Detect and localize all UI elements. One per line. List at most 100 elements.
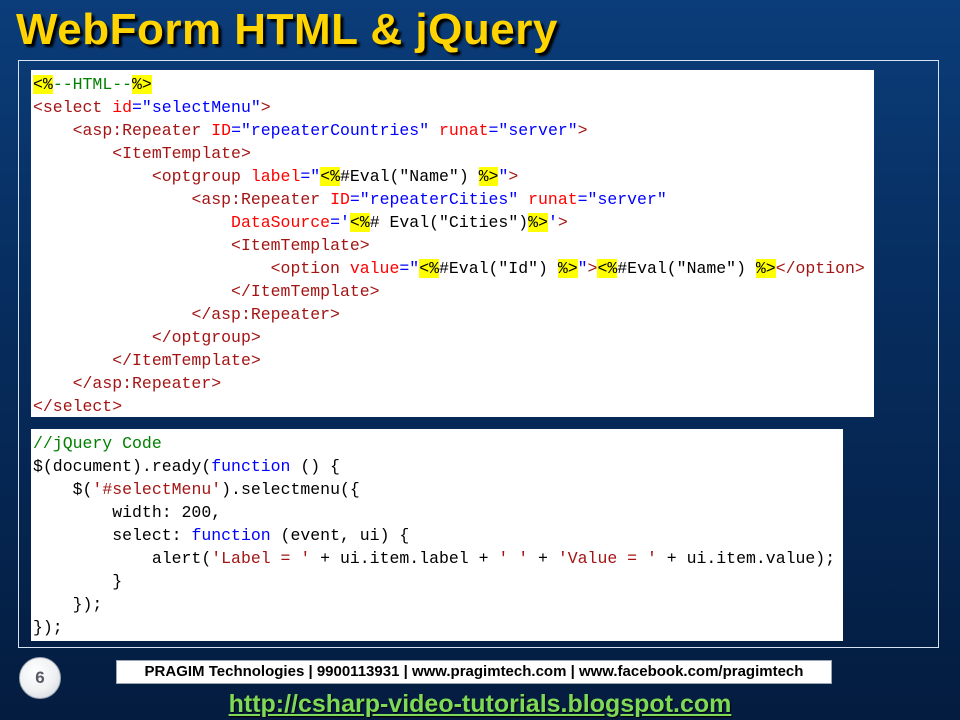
code-token: <% xyxy=(349,213,370,232)
code-token: #Eval("Id") xyxy=(439,259,558,278)
code-token: '#selectMenu' xyxy=(92,480,222,499)
jquery-code-block: //jQuery Code $(document).ready(function … xyxy=(31,429,843,641)
code-token: " xyxy=(577,259,588,278)
jquery-code-line: width: 200, xyxy=(33,501,843,524)
html-code-line: DataSource='<%# Eval("Cities")%>'> xyxy=(33,211,874,234)
code-token: runat xyxy=(518,190,578,209)
code-token: <ItemTemplate> xyxy=(231,236,370,255)
code-token: <ItemTemplate> xyxy=(112,144,251,163)
html-code-line: <%--HTML--%> xyxy=(33,73,874,96)
slide-title: WebForm HTML & jQuery xyxy=(16,5,558,54)
code-token: # Eval("Cities") xyxy=(369,213,529,232)
code-token: ).selectmenu({ xyxy=(221,480,360,499)
code-token: > xyxy=(577,121,588,140)
code-token: value xyxy=(339,259,400,278)
code-token: =" xyxy=(300,167,321,186)
code-token: id xyxy=(102,98,133,117)
code-token: > xyxy=(260,98,271,117)
html-code-line: <asp:Repeater ID="repeaterCities" runat=… xyxy=(33,188,874,211)
code-token: %> xyxy=(478,167,499,186)
code-token: %> xyxy=(557,259,578,278)
html-code-line: </optgroup> xyxy=(33,326,874,349)
code-token: " xyxy=(498,167,509,186)
code-token: #Eval("Name") xyxy=(617,259,756,278)
code-token: ID xyxy=(201,121,232,140)
html-code-line: </ItemTemplate> xyxy=(33,349,874,372)
code-token: ="server" xyxy=(488,121,578,140)
code-token: </asp:Repeater> xyxy=(72,374,222,393)
jquery-code-line: $('#selectMenu').selectmenu({ xyxy=(33,478,843,501)
code-token: DataSource xyxy=(231,213,331,232)
blog-link[interactable]: http://csharp-video-tutorials.blogspot.c… xyxy=(0,688,960,720)
code-token: ="server" xyxy=(577,190,667,209)
code-token: <% xyxy=(597,259,618,278)
code-token: 'Label = ' xyxy=(211,549,311,568)
jquery-code-line: select: function (event, ui) { xyxy=(33,524,843,547)
code-token: width: 200, xyxy=(33,503,222,522)
code-token: //jQuery Code xyxy=(33,434,162,453)
code-token: <asp:Repeater xyxy=(72,121,202,140)
code-token: <select xyxy=(33,98,103,117)
code-token: 'Value = ' xyxy=(557,549,657,568)
code-token: } xyxy=(33,572,123,591)
code-token: <% xyxy=(320,167,340,186)
code-token: ' ' xyxy=(498,549,529,568)
code-token: </optgroup> xyxy=(151,328,261,347)
code-token: $( xyxy=(33,480,93,499)
code-token: --HTML-- xyxy=(52,75,133,94)
code-token: }); xyxy=(33,618,63,637)
jquery-code-line: $(document).ready(function () { xyxy=(33,455,843,478)
code-token: }); xyxy=(33,595,103,614)
html-code-line: </asp:Repeater> xyxy=(33,303,874,326)
code-token: function xyxy=(211,457,291,476)
html-code-line: <ItemTemplate> xyxy=(33,142,874,165)
code-token: <optgroup xyxy=(151,167,241,186)
code-token: () { xyxy=(290,457,340,476)
code-token: =" xyxy=(399,259,420,278)
code-token: </select> xyxy=(33,397,123,416)
code-token: </ItemTemplate> xyxy=(231,282,380,301)
code-token: alert( xyxy=(33,549,212,568)
jquery-code-line: alert('Label = ' + ui.item.label + ' ' +… xyxy=(33,547,843,570)
code-token: %> xyxy=(755,259,776,278)
code-token: ="repeaterCities" xyxy=(349,190,519,209)
code-token: label xyxy=(240,167,301,186)
code-token: (event, ui) { xyxy=(270,526,410,545)
jquery-code-line: }); xyxy=(33,616,843,639)
code-token: > xyxy=(587,259,598,278)
code-token: > xyxy=(557,213,568,232)
footer-contact-bar: PRAGIM Technologies | 9900113931 | www.p… xyxy=(116,660,832,684)
html-code-line: <select id="selectMenu"> xyxy=(33,96,874,119)
code-token: ="selectMenu" xyxy=(132,98,261,117)
code-token: #Eval("Name") xyxy=(340,167,479,186)
code-token: function xyxy=(191,526,271,545)
code-token: select: xyxy=(33,526,192,545)
code-token: $(document).ready( xyxy=(33,457,212,476)
code-token: <asp:Repeater xyxy=(191,190,321,209)
code-token: %> xyxy=(528,213,548,232)
code-token: runat xyxy=(429,121,489,140)
html-code-block: <%--HTML--%> <select id="selectMenu"> <as… xyxy=(31,70,874,417)
code-token: ID xyxy=(320,190,350,209)
html-code-line: </asp:Repeater> xyxy=(33,372,874,395)
jquery-code-line: //jQuery Code xyxy=(33,432,843,455)
html-code-line: <asp:Repeater ID="repeaterCountries" run… xyxy=(33,119,874,142)
code-token: + xyxy=(528,549,558,568)
code-token: <option xyxy=(270,259,340,278)
code-token: + ui.item.label + xyxy=(310,549,499,568)
html-code-line: <optgroup label="<%#Eval("Name") %>"> xyxy=(33,165,874,188)
jquery-code-line: } xyxy=(33,570,843,593)
code-token: + ui.item.value); xyxy=(656,549,836,568)
code-token: </asp:Repeater> xyxy=(191,305,340,324)
